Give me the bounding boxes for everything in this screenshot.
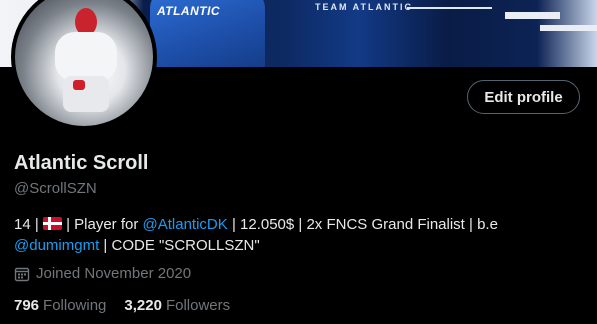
denmark-flag-icon <box>42 217 62 230</box>
bio-text: | Player for <box>61 216 143 233</box>
banner-decoration-block <box>540 25 597 31</box>
banner-decoration-line <box>407 7 492 9</box>
calendar-icon <box>14 266 30 282</box>
display-name: Atlantic Scroll <box>14 152 149 174</box>
mention-link-dumimgmt[interactable]: @dumimgmt <box>14 237 99 254</box>
avatar[interactable] <box>11 0 157 130</box>
user-handle: @ScrollSZN <box>14 180 97 197</box>
avatar-figure-jacket <box>55 32 117 82</box>
followers-count: 3,220 <box>124 297 162 314</box>
follow-stats: 796 Following 3,220 Followers <box>14 297 230 314</box>
avatar-figure-shoe <box>73 80 85 90</box>
banner-team-text: TEAM ATLANTIC <box>315 2 413 12</box>
joined-date: Joined November 2020 <box>14 265 191 282</box>
following-link[interactable]: 796 Following <box>14 297 106 314</box>
profile-bio: 14 | | Player for @AtlanticDK | 12.050$ … <box>14 214 589 256</box>
following-label: Following <box>43 297 107 314</box>
mention-link-atlanticdk[interactable]: @AtlanticDK <box>143 216 228 233</box>
avatar-figure-legs <box>63 76 109 112</box>
bio-text: 14 | <box>14 216 43 233</box>
followers-link[interactable]: 3,220 Followers <box>124 297 230 314</box>
banner-jersey-text: ATLANTIC <box>157 4 221 18</box>
bio-text: | 12.050$ | 2x FNCS Grand Finalist | b.e <box>227 216 498 233</box>
banner-decoration-block <box>505 12 560 19</box>
bio-text: | CODE "SCROLLSZN" <box>99 237 260 254</box>
joined-text: Joined November 2020 <box>36 265 192 282</box>
followers-label: Followers <box>165 297 231 314</box>
edit-profile-button[interactable]: Edit profile <box>467 80 580 114</box>
following-count: 796 <box>14 297 40 314</box>
